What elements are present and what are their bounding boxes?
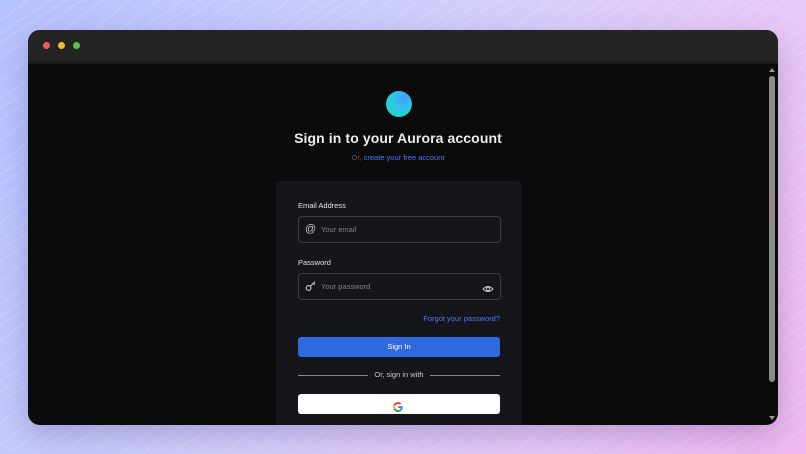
password-field[interactable]: Your password <box>298 273 501 300</box>
social-divider: Or, sign in with <box>298 370 500 380</box>
zoom-window-button[interactable] <box>73 42 80 49</box>
email-label: Email Address <box>298 201 346 210</box>
sign-in-button[interactable]: Sign In <box>298 337 500 357</box>
scroll-up-arrow-icon[interactable] <box>769 68 775 72</box>
sign-in-card: Email Address @ Your email Password Your… <box>276 181 522 425</box>
email-placeholder: Your email <box>321 225 357 234</box>
scroll-down-arrow-icon[interactable] <box>769 416 775 420</box>
minimize-window-button[interactable] <box>58 42 65 49</box>
window-titlebar <box>28 30 778 61</box>
titlebar-divider <box>28 61 778 64</box>
eye-icon[interactable] <box>482 281 494 299</box>
aurora-logo-icon <box>386 91 412 117</box>
at-sign-icon: @ <box>305 223 317 235</box>
browser-window: Sign in to your Aurora account Or, creat… <box>28 30 778 425</box>
email-field[interactable]: @ Your email <box>298 216 501 243</box>
forgot-password-link[interactable]: Forgot your password? <box>423 314 500 323</box>
divider-line-right <box>430 375 500 376</box>
password-label: Password <box>298 258 331 267</box>
google-sign-in-button[interactable] <box>298 394 500 414</box>
close-window-button[interactable] <box>43 42 50 49</box>
signup-prompt-prefix: Or, <box>351 153 362 162</box>
key-icon <box>305 279 317 296</box>
create-account-link[interactable]: create your free account <box>364 153 445 162</box>
signup-prompt: Or, create your free account <box>28 153 768 162</box>
scroll-thumb[interactable] <box>769 76 775 382</box>
google-icon <box>393 399 403 417</box>
page-title: Sign in to your Aurora account <box>294 130 502 146</box>
background-wave-line <box>776 425 806 451</box>
vertical-scrollbar[interactable] <box>769 66 775 422</box>
password-placeholder: Your password <box>321 282 371 291</box>
